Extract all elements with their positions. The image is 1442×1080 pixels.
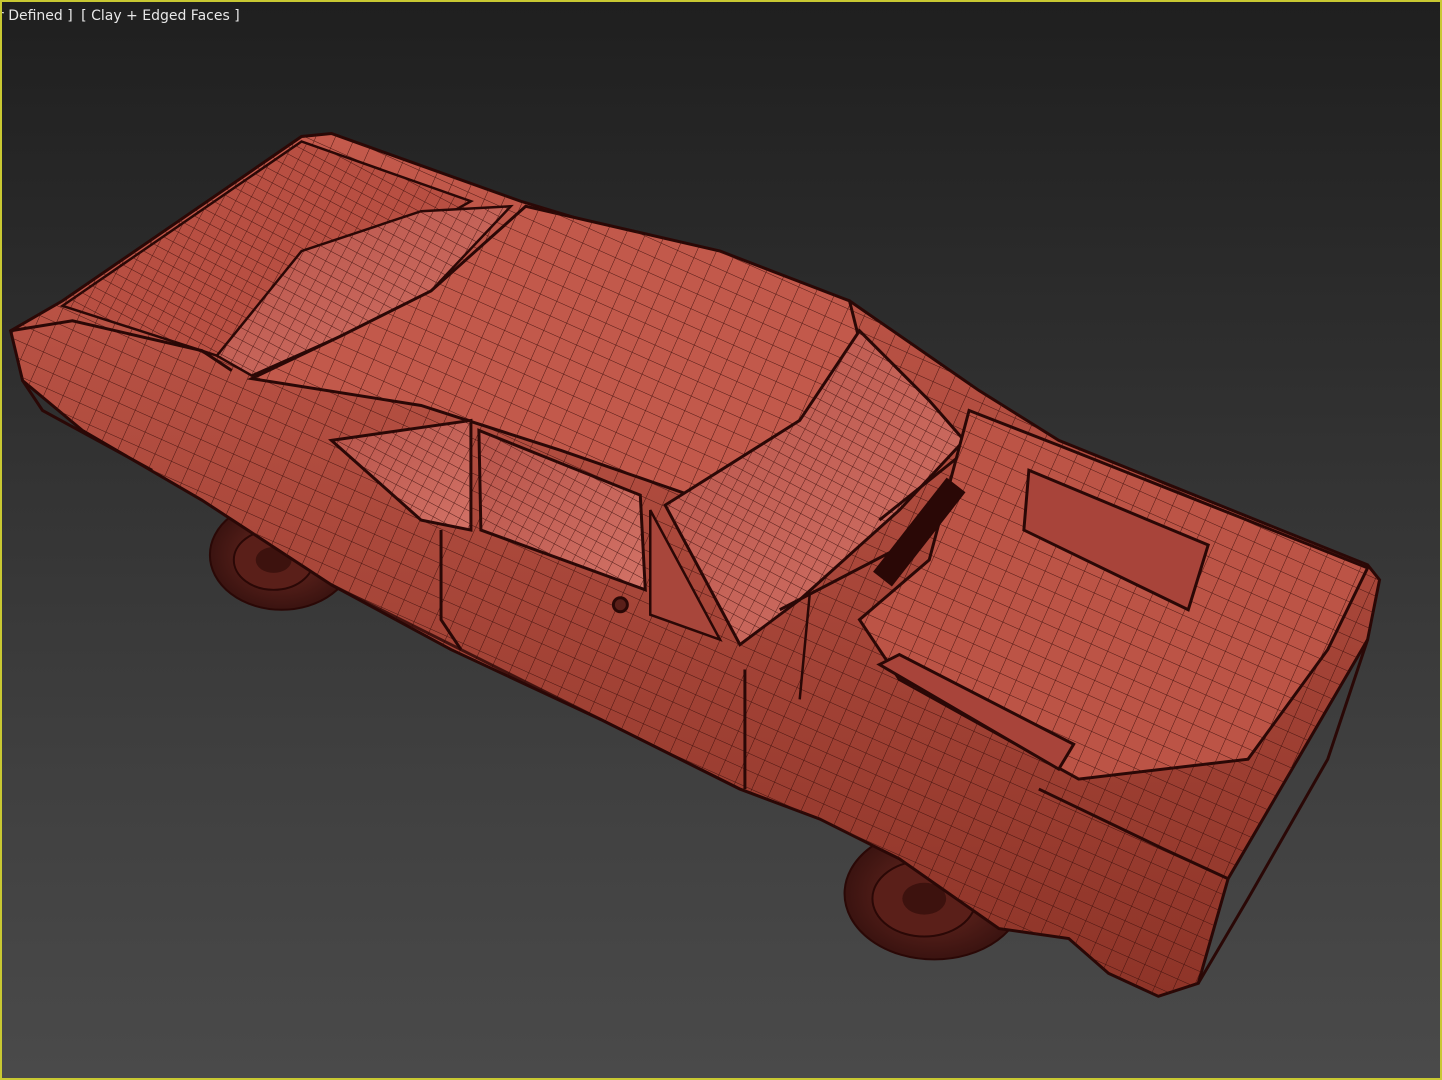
car-model-render xyxy=(8,131,1382,998)
perspective-viewport[interactable]: r Defined ] [ Clay + Edged Faces ] xyxy=(0,0,1442,1080)
